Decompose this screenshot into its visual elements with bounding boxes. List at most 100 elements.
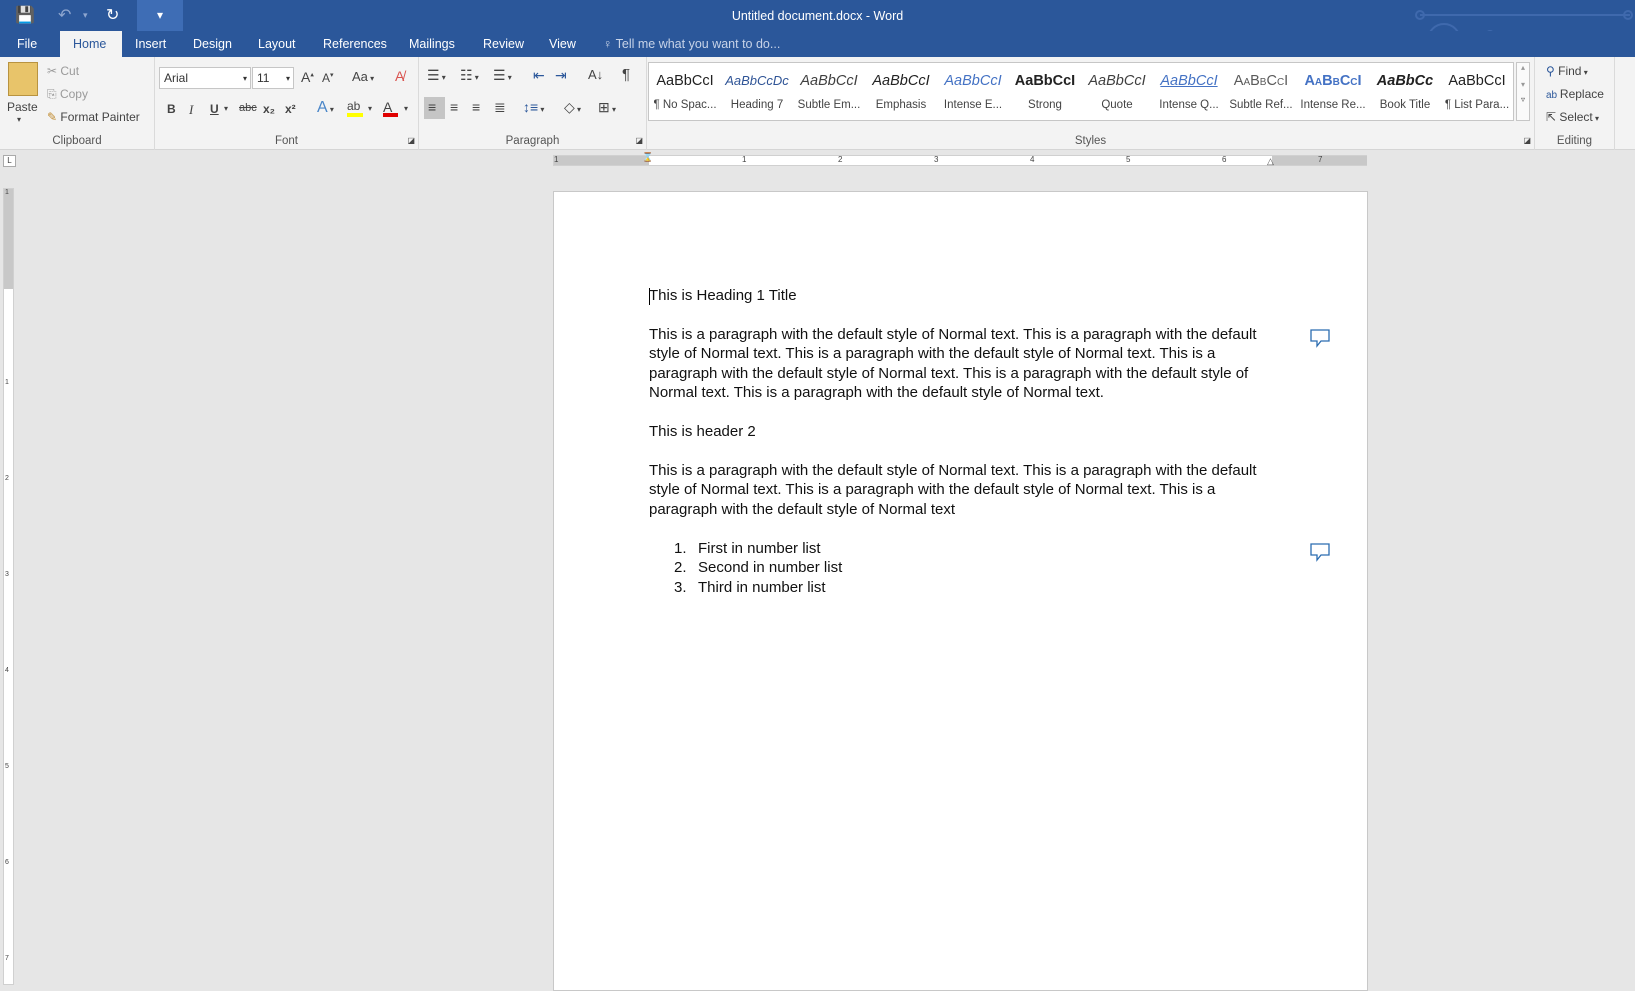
shading-icon[interactable]: ◇ ▾: [564, 99, 581, 116]
bold-button[interactable]: B: [167, 102, 176, 116]
tab-mailings[interactable]: Mailings: [396, 31, 468, 57]
style-no-spac[interactable]: AaBbCcI ¶ No Spac...: [649, 63, 721, 120]
paste-dropdown-icon[interactable]: ▾: [17, 115, 21, 124]
paste-icon[interactable]: [8, 62, 38, 96]
heading-1[interactable]: This is Heading 1 Title: [649, 286, 797, 305]
tab-insert[interactable]: Insert: [122, 31, 179, 57]
underline-dropdown-icon[interactable]: ▾: [224, 104, 228, 113]
vertical-ruler[interactable]: 1 1 2 3 4 5 6 7: [3, 188, 14, 985]
align-right-icon[interactable]: ≡: [472, 99, 480, 115]
style-intense-e[interactable]: AaBbCcI Intense E...: [937, 63, 1009, 120]
highlight-color-button[interactable]: ab: [347, 99, 365, 117]
align-center-icon[interactable]: ≡: [450, 99, 458, 115]
font-name-select[interactable]: Arial ▾: [159, 67, 251, 89]
multilevel-list-icon[interactable]: ☰ ▾: [493, 67, 512, 84]
font-size-select[interactable]: 11 ▾: [252, 67, 294, 89]
strikethrough-button[interactable]: abc: [239, 102, 257, 114]
tab-design[interactable]: Design: [180, 31, 245, 57]
list-text: Third in number list: [698, 578, 826, 596]
horizontal-ruler[interactable]: 1 1 2 3 4 5 6 7: [553, 155, 1367, 166]
gallery-more-icon[interactable]: ▿: [1517, 95, 1529, 104]
dialog-launcher-icon[interactable]: ◪: [1523, 136, 1531, 145]
tab-view[interactable]: View: [536, 31, 589, 57]
list-number: 3.: [674, 578, 687, 596]
document-page[interactable]: This is Heading 1 Title This is a paragr…: [553, 191, 1368, 991]
grow-font-icon[interactable]: A▴: [301, 69, 314, 85]
comment-icon[interactable]: [1309, 542, 1331, 562]
numbering-icon[interactable]: ☷ ▾: [460, 67, 479, 84]
tab-review[interactable]: Review: [470, 31, 537, 57]
ruler-number: 1: [5, 189, 9, 196]
style-heading-7[interactable]: AaBbCcDc Heading 7: [721, 63, 793, 120]
borders-icon[interactable]: ⊞ ▾: [598, 99, 616, 116]
justify-icon[interactable]: ≣: [494, 99, 506, 116]
font-size-value: 11: [257, 71, 270, 85]
ruler-number: 4: [1030, 155, 1035, 164]
decrease-indent-icon[interactable]: ⇤: [533, 67, 545, 84]
style-subtle-ref[interactable]: AaBbCcI Subtle Ref...: [1225, 63, 1297, 120]
list-item: 1. First in number list: [674, 539, 842, 558]
scroll-up-icon[interactable]: ▴: [1517, 63, 1529, 72]
show-formatting-icon[interactable]: ¶: [622, 66, 630, 83]
ruler-number: 3: [5, 571, 9, 578]
cut-button[interactable]: ✂ Cut: [47, 64, 79, 78]
style-name: Book Title: [1379, 99, 1431, 111]
font-color-dropdown-icon[interactable]: ▾: [404, 104, 408, 113]
tab-selector-icon[interactable]: L: [3, 155, 16, 167]
dialog-launcher-icon[interactable]: ◪: [635, 136, 643, 145]
style-strong[interactable]: AaBbCcI Strong: [1009, 63, 1081, 120]
style-list-para[interactable]: AaBbCcI ¶ List Para...: [1441, 63, 1513, 120]
tab-home[interactable]: Home: [60, 31, 122, 57]
bullets-icon[interactable]: ☰ ▾: [427, 67, 446, 84]
underline-button[interactable]: U: [210, 102, 219, 116]
style-book-title[interactable]: AaBbCc Book Title: [1369, 63, 1441, 120]
italic-button[interactable]: I: [189, 102, 193, 118]
text-line: style of Normal text. This is a paragrap…: [649, 345, 1216, 363]
style-emphasis[interactable]: AaBbCcI Emphasis: [865, 63, 937, 120]
right-indent-marker[interactable]: △: [1267, 156, 1274, 167]
dialog-launcher-icon[interactable]: ◪: [407, 136, 415, 145]
heading-2[interactable]: This is header 2: [649, 422, 756, 441]
subscript-button[interactable]: x₂: [263, 102, 275, 116]
select-button[interactable]: ⇱ Select ▾: [1546, 110, 1599, 124]
ruler-number: 4: [5, 667, 9, 674]
superscript-button[interactable]: x²: [285, 102, 296, 116]
style-intense-re[interactable]: AaBbCcI Intense Re...: [1297, 63, 1369, 120]
text-effects-icon[interactable]: A ▾: [317, 99, 334, 117]
chevron-down-icon: ▾: [285, 74, 290, 83]
find-button[interactable]: ⚲ Find ▾: [1546, 64, 1588, 78]
tab-file[interactable]: File: [4, 31, 50, 57]
tell-me-search[interactable]: ♀ Tell me what you want to do...: [603, 31, 780, 57]
paste-button[interactable]: Paste: [7, 100, 38, 114]
gallery-scroll[interactable]: ▴ ▾ ▿: [1516, 62, 1530, 121]
shrink-font-icon[interactable]: A▾: [322, 71, 334, 85]
style-intense-q[interactable]: AaBbCcI Intense Q...: [1153, 63, 1225, 120]
clear-formatting-icon[interactable]: A̸: [395, 68, 404, 84]
paragraph-2[interactable]: This is a paragraph with the default sty…: [649, 461, 1257, 519]
numbered-list[interactable]: 1. First in number list 2. Second in numbe…: [674, 539, 842, 597]
styles-group: AaBbCcI ¶ No Spac... AaBbCcDc Heading 7 AaBb…: [647, 57, 1535, 150]
increase-indent-icon[interactable]: ⇥: [555, 67, 567, 84]
copy-label: Copy: [59, 87, 88, 101]
replace-icon: ab: [1546, 90, 1560, 101]
font-color-button[interactable]: A: [383, 99, 401, 117]
align-left-button[interactable]: ≡: [424, 97, 445, 119]
paragraph-1[interactable]: This is a paragraph with the default sty…: [649, 325, 1257, 403]
line-spacing-icon[interactable]: ↕≡ ▾: [523, 99, 544, 115]
left-margin: [554, 156, 649, 165]
style-subtle-em[interactable]: AaBbCcI Subtle Em...: [793, 63, 865, 120]
comment-icon[interactable]: [1309, 328, 1331, 348]
ruler-number: 1: [742, 155, 747, 164]
replace-button[interactable]: ab Replace: [1546, 87, 1604, 101]
tab-layout[interactable]: Layout: [245, 31, 309, 57]
change-case-button[interactable]: Aa ▾: [352, 69, 374, 84]
sort-icon[interactable]: A↓: [588, 67, 603, 82]
scroll-down-icon[interactable]: ▾: [1517, 80, 1529, 89]
ruler-number: 3: [934, 155, 939, 164]
style-quote[interactable]: AaBbCcI Quote: [1081, 63, 1153, 120]
first-line-indent-marker[interactable]: ⌛: [642, 152, 653, 163]
highlight-dropdown-icon[interactable]: ▾: [368, 104, 372, 113]
format-painter-button[interactable]: ✎ Format Painter: [47, 110, 140, 124]
tab-references[interactable]: References: [310, 31, 400, 57]
copy-button[interactable]: ⎘ Copy: [47, 87, 88, 102]
